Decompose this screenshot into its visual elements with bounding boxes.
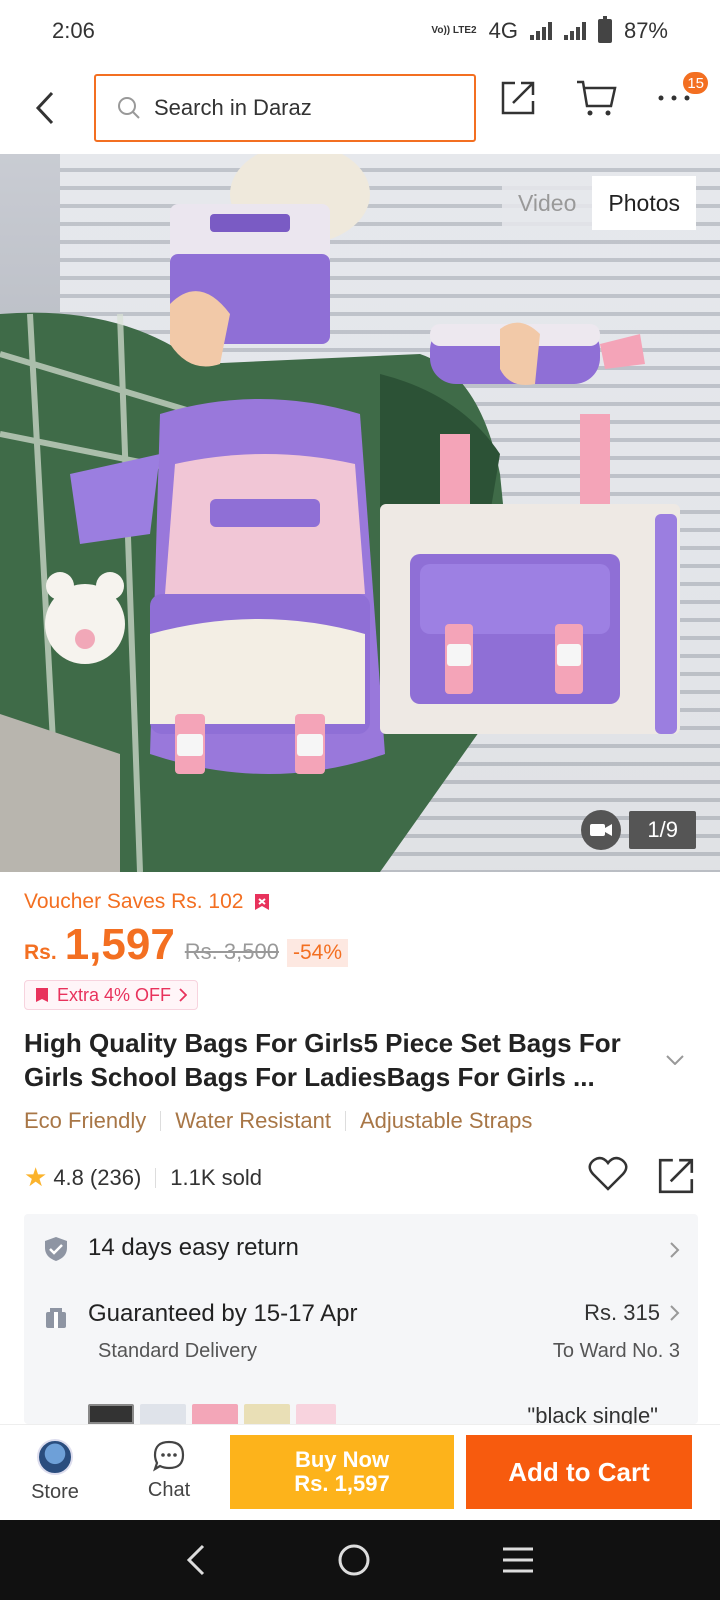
buy-now-label: Buy Now <box>294 1447 390 1472</box>
media-toggle: Video Photos <box>501 176 696 230</box>
bottom-action-bar: Store Chat Buy Now Rs. 1,597 Add to Cart <box>0 1424 720 1520</box>
header-actions: 15 <box>496 70 710 120</box>
delivery-location: To Ward No. 3 <box>552 1340 680 1362</box>
share-button[interactable] <box>496 76 540 120</box>
signal-icon <box>529 22 552 40</box>
video-camera-icon[interactable] <box>581 810 622 850</box>
battery-icon <box>597 16 612 43</box>
volte-indicator: Vo)) LTE2 <box>431 25 477 36</box>
variant-swatch[interactable] <box>296 1404 336 1424</box>
search-icon <box>118 97 140 119</box>
more-icon <box>658 95 690 101</box>
chevron-left-icon <box>35 91 54 125</box>
back-button[interactable] <box>10 78 80 138</box>
signal-icon-2 <box>563 22 586 40</box>
battery-level: 87% <box>623 18 668 43</box>
extra-offer-chip[interactable]: Extra 4% OFF <box>24 980 199 1010</box>
nav-recents-icon[interactable] <box>501 1546 535 1574</box>
share-icon <box>658 1158 694 1194</box>
add-to-cart-button[interactable]: Add to Cart <box>466 1435 692 1509</box>
network-type: 4G <box>488 18 518 43</box>
top-header: Search in Daraz 15 <box>0 62 720 154</box>
tab-video[interactable]: Video <box>501 176 593 230</box>
nav-home-icon[interactable] <box>337 1543 371 1577</box>
selected-variant-text[interactable]: "black single" <box>527 1394 658 1424</box>
delivery-fee: Rs. 315 <box>584 1300 660 1325</box>
price-row: Rs. 1,597 Rs. 3,500 -54% <box>24 920 348 970</box>
tag-adjustable-straps: Adjustable Straps <box>359 1108 533 1133</box>
tag-divider <box>160 1111 162 1131</box>
product-photo <box>0 154 680 872</box>
return-policy-row[interactable]: 14 days easy return <box>24 1214 698 1284</box>
status-bar: 2:06 Vo)) LTE2 4G 87% <box>0 0 720 62</box>
chevron-right-icon <box>670 1305 680 1321</box>
heart-icon <box>588 1156 628 1191</box>
chat-label: Chat <box>147 1479 191 1501</box>
product-title: High Quality Bags For Girls5 Piece Set B… <box>24 1028 621 1092</box>
voucher-banner[interactable]: Voucher Saves Rs. 102 <box>24 890 271 914</box>
delivery-method: Standard Delivery <box>98 1340 257 1362</box>
return-policy-text: 14 days easy return <box>88 1234 299 1261</box>
search-placeholder: Search in Daraz <box>154 95 312 120</box>
discount-badge: -54% <box>286 939 348 967</box>
sold-count: 1.1K sold <box>170 1164 262 1190</box>
cart-count-badge: 15 <box>681 70 710 96</box>
share-product-button[interactable] <box>656 1156 696 1201</box>
store-button[interactable]: Store <box>15 1439 95 1504</box>
chevron-down-icon <box>666 1055 684 1066</box>
tag-eco-friendly: Eco Friendly <box>24 1108 147 1133</box>
rating-row[interactable]: ★ 4.8 (236) 1.1K sold <box>24 1162 262 1193</box>
status-time: 2:06 <box>52 18 95 43</box>
nav-back-icon[interactable] <box>185 1543 207 1577</box>
tab-photos[interactable]: Photos <box>592 176 696 230</box>
more-button[interactable]: 15 <box>652 70 710 120</box>
status-icons: Vo)) LTE2 4G 87% <box>431 16 668 44</box>
coupon-icon <box>36 988 48 1002</box>
image-counter: 1/9 <box>581 810 696 850</box>
tag-divider <box>344 1111 346 1131</box>
price-currency: Rs. <box>24 941 57 964</box>
rating-value: 4.8 <box>53 1164 84 1190</box>
store-avatar <box>37 1439 73 1475</box>
variant-swatch[interactable] <box>88 1404 134 1424</box>
search-input[interactable]: Search in Daraz <box>94 74 476 142</box>
wishlist-button[interactable] <box>588 1156 628 1197</box>
review-count: (236) <box>89 1164 142 1190</box>
cart-icon <box>577 80 617 116</box>
current-price: 1,597 <box>64 920 175 969</box>
delivery-box-icon <box>46 1308 66 1328</box>
tag-water-resistant: Water Resistant <box>175 1108 331 1133</box>
voucher-text: Voucher Saves Rs. 102 <box>24 890 244 913</box>
chat-button[interactable]: Chat <box>129 1439 209 1502</box>
cart-button[interactable] <box>574 76 618 120</box>
variant-swatch[interactable] <box>244 1404 290 1424</box>
star-icon: ★ <box>24 1162 48 1192</box>
product-image-gallery[interactable]: Video Photos 1/9 <box>0 154 720 872</box>
delivery-row[interactable]: Guaranteed by 15-17 Apr Standard Deliver… <box>24 1284 698 1394</box>
image-counter-text: 1/9 <box>629 811 696 849</box>
shield-check-icon <box>45 1237 67 1261</box>
buy-now-button[interactable]: Buy Now Rs. 1,597 <box>230 1435 454 1509</box>
buy-now-price: Rs. 1,597 <box>294 1471 390 1496</box>
chat-icon <box>153 1440 185 1472</box>
extra-offer-text: Extra 4% OFF <box>57 984 172 1005</box>
system-navigation-bar <box>0 1520 720 1600</box>
chevron-right-icon <box>670 1242 680 1258</box>
original-price: Rs. 3,500 <box>184 939 279 964</box>
service-card: 14 days easy return Guaranteed by 15-17 … <box>24 1214 698 1424</box>
chevron-right-icon <box>179 988 188 1002</box>
product-tags: Eco Friendly Water Resistant Adjustable … <box>24 1108 532 1134</box>
variant-swatch[interactable] <box>140 1404 186 1424</box>
share-icon <box>501 81 535 115</box>
expand-title-button[interactable] <box>666 1052 684 1070</box>
rating-divider <box>155 1167 157 1188</box>
delivery-fee-group: Rs. 315 <box>584 1300 680 1326</box>
variant-swatch[interactable] <box>192 1404 238 1424</box>
voucher-icon <box>255 894 270 910</box>
variant-thumbnails[interactable] <box>88 1404 336 1424</box>
delivery-guarantee-text: Guaranteed by 15-17 Apr <box>88 1300 358 1327</box>
store-label: Store <box>31 1481 79 1503</box>
